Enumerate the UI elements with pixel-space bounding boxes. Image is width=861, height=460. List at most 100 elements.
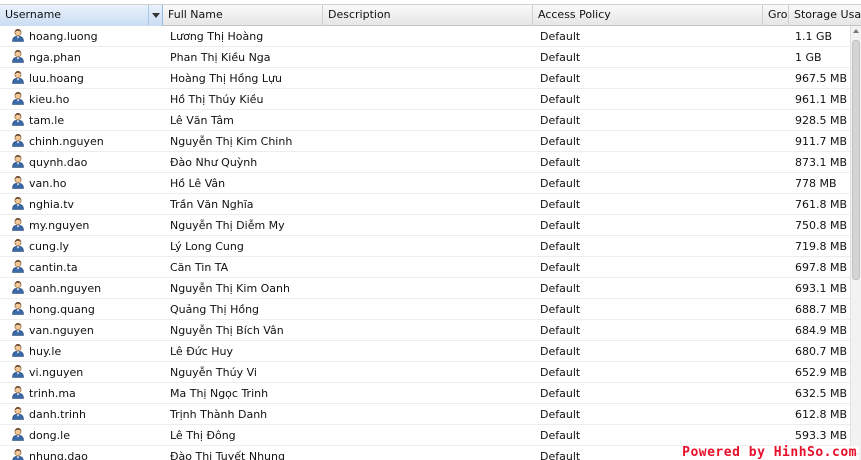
username-text: vi.nguyen: [29, 366, 84, 379]
cell-description: [330, 362, 530, 382]
table-row[interactable]: cung.ly Lý Long Cung Default 719.8 MB: [0, 236, 850, 257]
table-row[interactable]: dong.le Lê Thị Đông Default 593.3 MB: [0, 425, 850, 446]
table-row[interactable]: nghia.tv Trần Văn Nghĩa Default 761.8 MB: [0, 194, 850, 215]
table-row[interactable]: trinh.ma Ma Thị Ngọc Trinh Default 632.5…: [0, 383, 850, 404]
storage-text: 911.7 MB: [795, 135, 848, 148]
full-name-text: Quảng Thị Hồng: [170, 303, 260, 316]
cell-storage: 1.1 GB: [795, 26, 855, 46]
cell-access-policy: Default: [540, 110, 760, 130]
column-header-access-policy[interactable]: Access Policy: [533, 5, 763, 26]
table-row[interactable]: hoang.luong Lương Thị Hoàng Default 1.1 …: [0, 26, 850, 47]
cell-access-policy: Default: [540, 152, 760, 172]
cell-username: tam.le: [12, 110, 162, 130]
cell-full-name: Lê Đức Huy: [170, 341, 320, 361]
access-policy-text: Default: [540, 345, 581, 358]
table-row[interactable]: van.ho Hồ Lê Vân Default 778 MB: [0, 173, 850, 194]
table-row[interactable]: cantin.ta Căn Tin TA Default 697.8 MB: [0, 257, 850, 278]
username-text: van.ho: [29, 177, 67, 190]
cell-username: kieu.ho: [12, 89, 162, 109]
cell-username: van.nguyen: [12, 320, 162, 340]
user-icon: [12, 218, 24, 231]
cell-storage: 593.3 MB: [795, 425, 855, 445]
table-row[interactable]: huy.le Lê Đức Huy Default 680.7 MB: [0, 341, 850, 362]
username-text: cantin.ta: [29, 261, 78, 274]
full-name-text: Nguyễn Thị Kim Chinh: [170, 135, 293, 148]
cell-username: van.ho: [12, 173, 162, 193]
full-name-text: Lý Long Cung: [170, 240, 244, 253]
storage-text: 928.5 MB: [795, 114, 848, 127]
user-icon: [12, 302, 24, 315]
full-name-text: Lê Văn Tâm: [170, 114, 234, 127]
cell-full-name: Lý Long Cung: [170, 236, 320, 256]
storage-text: 719.8 MB: [795, 240, 848, 253]
column-menu-trigger-icon[interactable]: [148, 5, 162, 25]
username-text: my.nguyen: [29, 219, 90, 232]
column-header-username[interactable]: Username: [0, 5, 163, 26]
column-header-description-label: Description: [328, 8, 391, 21]
table-row[interactable]: luu.hoang Hoàng Thị Hồng Lựu Default 967…: [0, 68, 850, 89]
cell-description: [330, 446, 530, 460]
table-row[interactable]: hong.quang Quảng Thị Hồng Default 688.7 …: [0, 299, 850, 320]
cell-description: [330, 173, 530, 193]
username-text: hong.quang: [29, 303, 95, 316]
table-row[interactable]: tam.le Lê Văn Tâm Default 928.5 MB: [0, 110, 850, 131]
table-row[interactable]: van.nguyen Nguyễn Thị Bích Vân Default 6…: [0, 320, 850, 341]
username-text: quynh.dao: [29, 156, 88, 169]
cell-full-name: Phan Thị Kiều Nga: [170, 47, 320, 67]
cell-access-policy: Default: [540, 215, 760, 235]
table-row[interactable]: vi.nguyen Nguyễn Thúy Vi Default 652.9 M…: [0, 362, 850, 383]
access-policy-text: Default: [540, 366, 581, 379]
access-policy-text: Default: [540, 135, 581, 148]
access-policy-text: Default: [540, 387, 581, 400]
table-row[interactable]: oanh.nguyen Nguyễn Thị Kim Oanh Default …: [0, 278, 850, 299]
cell-storage: 688.7 MB: [795, 299, 855, 319]
user-icon: [12, 449, 24, 460]
table-row[interactable]: nga.phan Phan Thị Kiều Nga Default 1 GB: [0, 47, 850, 68]
storage-text: 1 GB: [795, 51, 822, 64]
column-header-storage[interactable]: Storage Usag: [789, 5, 861, 26]
column-header-description[interactable]: Description: [323, 5, 533, 26]
full-name-text: Ma Thị Ngọc Trinh: [170, 387, 269, 400]
vertical-scrollbar[interactable]: [850, 26, 861, 460]
cell-full-name: Đào Như Quỳnh: [170, 152, 320, 172]
cell-username: my.nguyen: [12, 215, 162, 235]
cell-full-name: Lê Văn Tâm: [170, 110, 320, 130]
username-text: dong.le: [29, 429, 70, 442]
scrollbar-thumb[interactable]: [852, 40, 860, 280]
cell-storage: 967.5 MB: [795, 68, 855, 88]
cell-storage: 961.1 MB: [795, 89, 855, 109]
table-row[interactable]: danh.trinh Trịnh Thành Danh Default 612.…: [0, 404, 850, 425]
username-text: van.nguyen: [29, 324, 94, 337]
cell-storage: 750.8 MB: [795, 215, 855, 235]
column-header-groups[interactable]: Gro: [763, 5, 789, 26]
cell-full-name: Đào Thị Tuyết Nhung: [170, 446, 320, 460]
cell-access-policy: Default: [540, 383, 760, 403]
cell-storage: 911.7 MB: [795, 131, 855, 151]
full-name-text: Đào Thị Tuyết Nhung: [170, 450, 285, 460]
column-header-full-name[interactable]: Full Name: [163, 5, 323, 26]
user-icon: [12, 407, 24, 420]
cell-description: [330, 425, 530, 445]
cell-storage: 873.1 MB: [795, 152, 855, 172]
table-row[interactable]: quynh.dao Đào Như Quỳnh Default 873.1 MB: [0, 152, 850, 173]
cell-username: luu.hoang: [12, 68, 162, 88]
user-icon: [12, 113, 24, 126]
storage-text: 961.1 MB: [795, 93, 848, 106]
table-row[interactable]: chinh.nguyen Nguyễn Thị Kim Chinh Defaul…: [0, 131, 850, 152]
grid-body: hoang.luong Lương Thị Hoàng Default 1.1 …: [0, 26, 850, 460]
storage-text: 967.5 MB: [795, 72, 848, 85]
scroll-up-icon[interactable]: [853, 29, 859, 33]
cell-username: cantin.ta: [12, 257, 162, 277]
cell-storage: 1 GB: [795, 47, 855, 67]
storage-text: 778 MB: [795, 177, 837, 190]
cell-access-policy: Default: [540, 341, 760, 361]
cell-full-name: Quảng Thị Hồng: [170, 299, 320, 319]
table-row[interactable]: kieu.ho Hồ Thị Thúy Kiều Default 961.1 M…: [0, 89, 850, 110]
cell-storage: 697.8 MB: [795, 257, 855, 277]
cell-description: [330, 299, 530, 319]
column-header-username-label: Username: [5, 8, 62, 21]
user-icon: [12, 323, 24, 336]
table-row[interactable]: my.nguyen Nguyễn Thị Diễm My Default 750…: [0, 215, 850, 236]
user-icon: [12, 344, 24, 357]
cell-access-policy: Default: [540, 362, 760, 382]
